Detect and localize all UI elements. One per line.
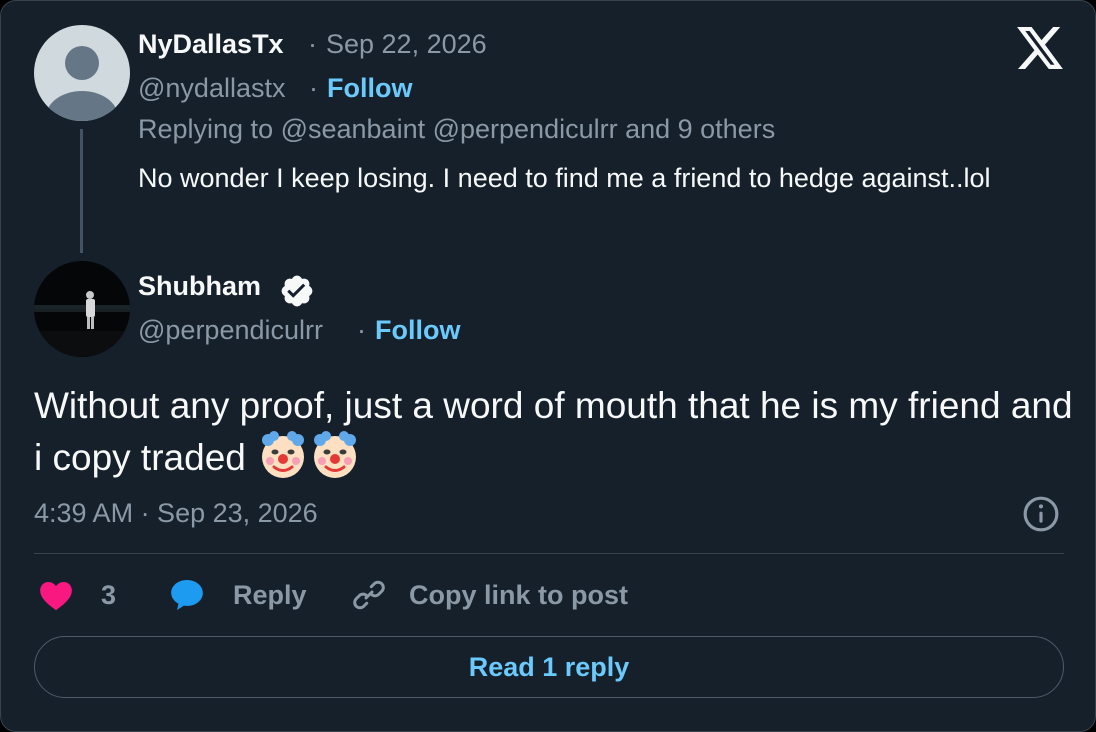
parent-display-name[interactable]: NyDallasTx: [138, 29, 284, 60]
parent-post-date[interactable]: Sep 22, 2026: [326, 29, 487, 60]
clown-face-emoji: [310, 430, 360, 480]
reply-bubble-icon: [171, 579, 203, 611]
main-handle[interactable]: @perpendiculrr: [138, 315, 323, 346]
read-replies-label: Read 1 reply: [468, 651, 630, 682]
read-replies-button[interactable]: Read 1 reply: [34, 636, 1064, 698]
divider: [34, 553, 1064, 554]
link-icon: [353, 580, 385, 610]
clown-face-emoji: [258, 430, 308, 480]
copy-link-label: Copy link to post: [409, 579, 628, 610]
copy-link-button[interactable]: Copy link to post: [351, 575, 628, 615]
reply-label: Reply: [233, 579, 307, 610]
replying-to-text[interactable]: Replying to @seanbaint @perpendiculrr an…: [138, 114, 775, 145]
heart-icon: [40, 582, 72, 611]
verified-badge-icon[interactable]: [279, 273, 315, 309]
separator-dot: ·: [309, 73, 318, 103]
parent-handle[interactable]: @nydallastx: [138, 73, 285, 104]
parent-post-text: No wonder I keep losing. I need to find …: [138, 163, 991, 193]
post-timestamp[interactable]: 4:39 AM · Sep 23, 2026: [34, 498, 318, 529]
main-display-name[interactable]: Shubham: [138, 271, 261, 302]
main-follow-link[interactable]: Follow: [375, 315, 460, 346]
like-count: 3: [101, 579, 117, 610]
thread-connector-line: [80, 129, 83, 253]
reply-button[interactable]: Reply: [167, 575, 307, 615]
like-button[interactable]: 3: [37, 575, 116, 615]
info-icon[interactable]: [1022, 495, 1060, 533]
separator-dot: ·: [308, 29, 317, 59]
x-logo-icon[interactable]: [1017, 27, 1063, 69]
parent-follow-link[interactable]: Follow: [327, 73, 412, 104]
separator-dot: ·: [357, 315, 366, 345]
main-author-avatar[interactable]: [34, 261, 130, 357]
main-post-text-content: Without any proof, just a word of mouth …: [34, 385, 1073, 478]
parent-author-avatar[interactable]: [34, 25, 130, 121]
embedded-post-card: NyDallasTx · Sep 22, 2026 @nydallastx · …: [0, 0, 1096, 732]
main-post-text: Without any proof, just a word of mouth …: [34, 381, 1074, 482]
